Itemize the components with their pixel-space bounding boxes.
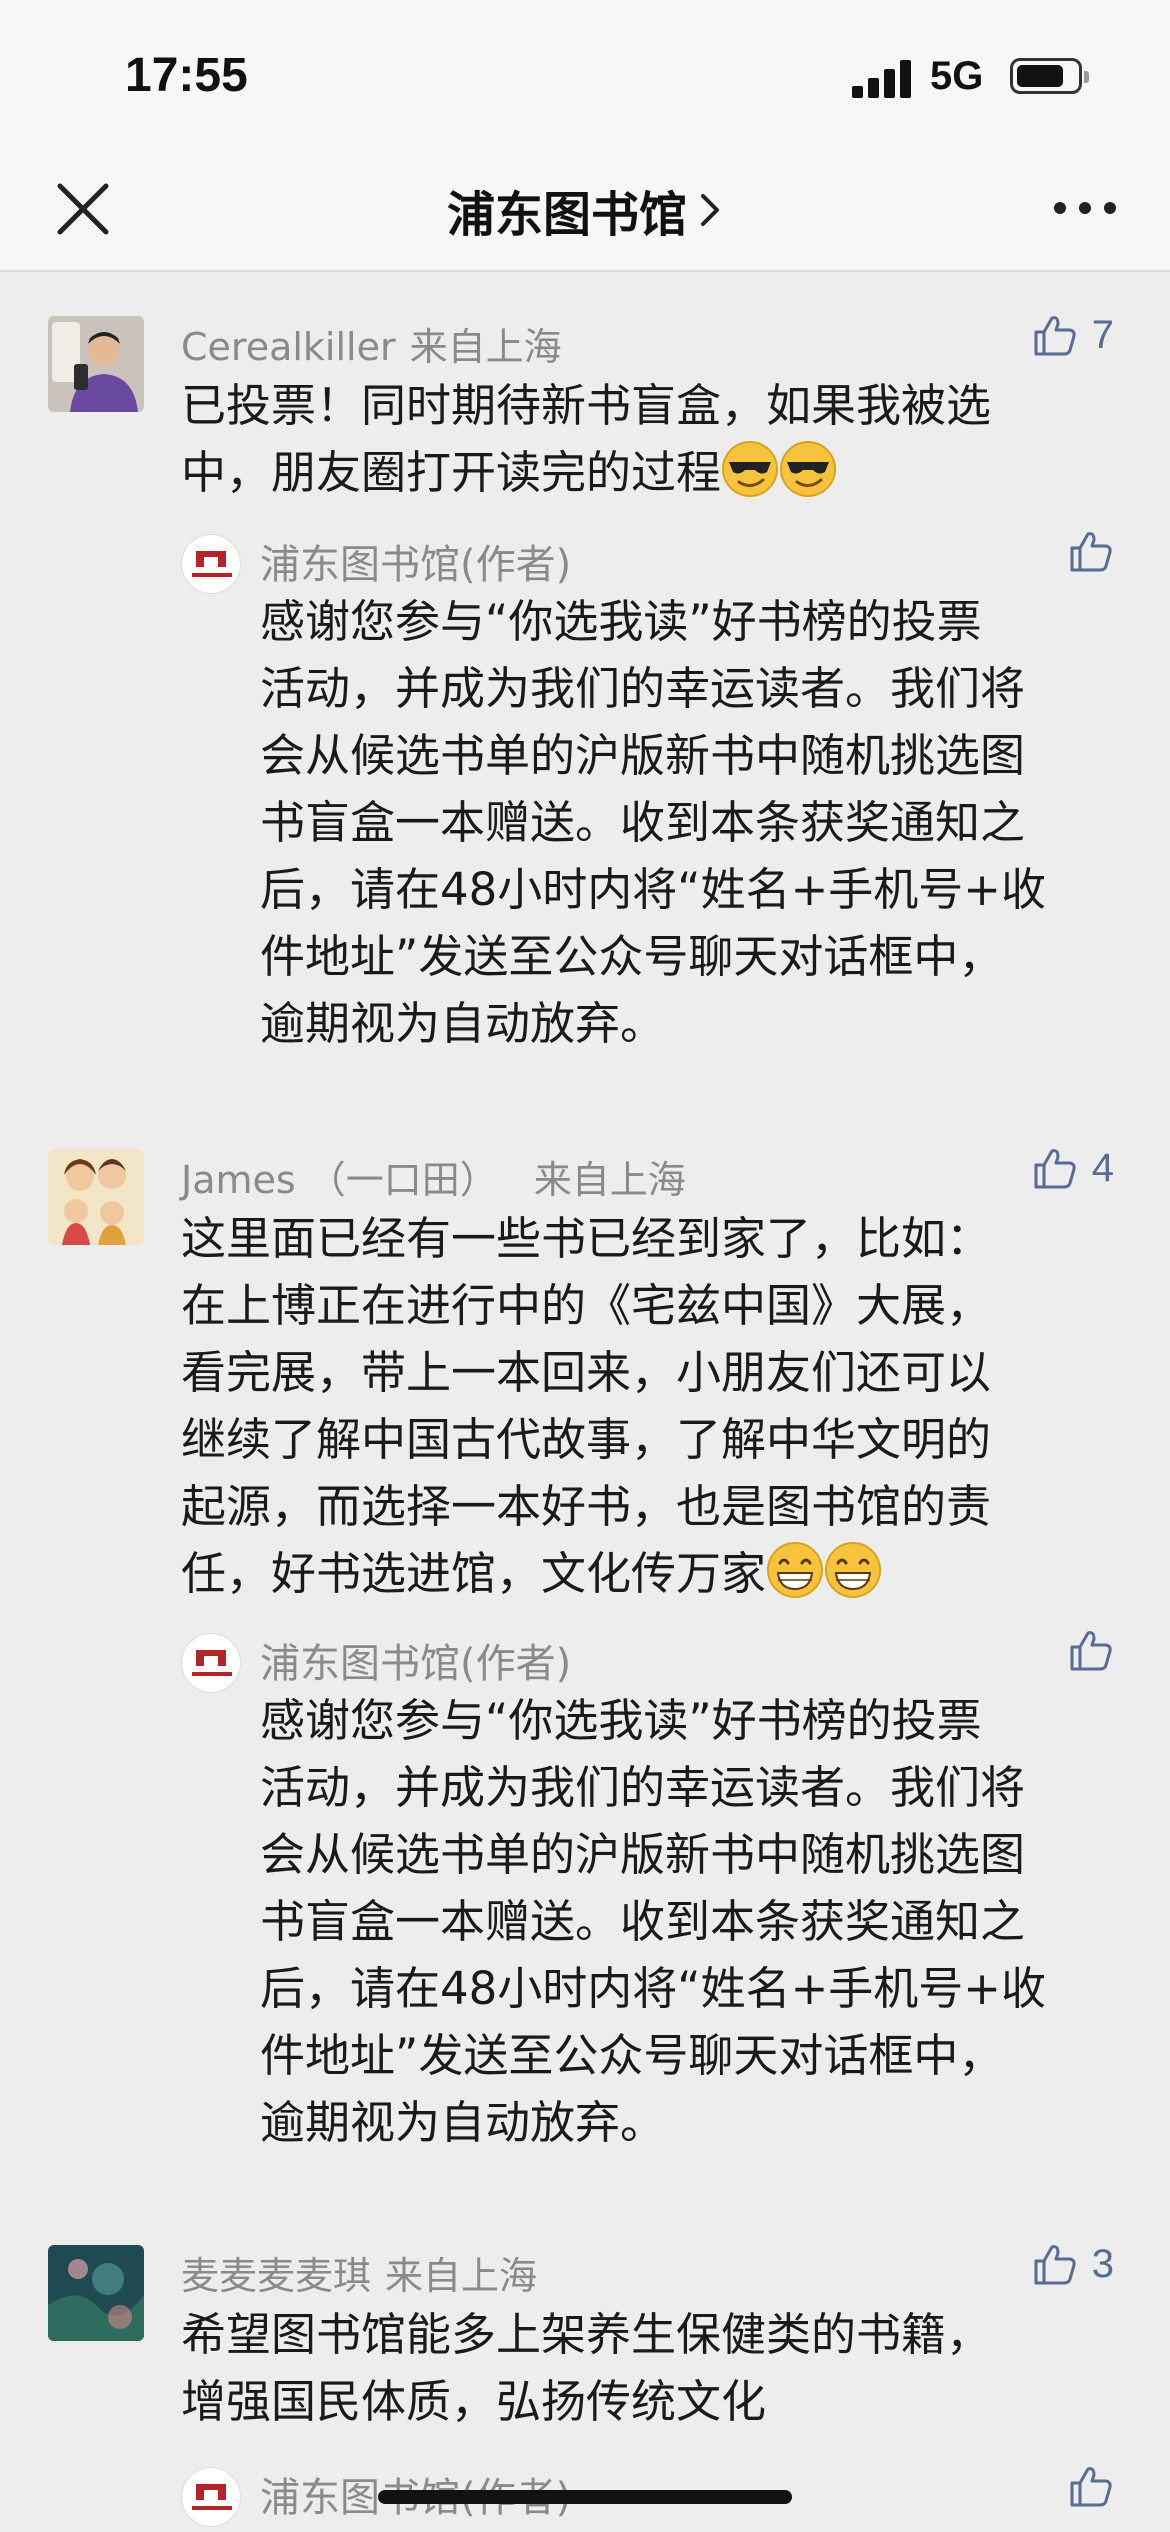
comment-location: 来自上海 bbox=[533, 1158, 686, 1202]
like-button[interactable]: 3 bbox=[1032, 2241, 1114, 2287]
thumbs-up-icon bbox=[1034, 2245, 1076, 2285]
thumbs-up-icon bbox=[1034, 1149, 1076, 1189]
comment-author[interactable]: 麦麦麦麦琪 bbox=[181, 2254, 371, 2298]
sunglasses-emoji-icon bbox=[722, 441, 779, 497]
comment-meta: James （一口田） 来自上海 bbox=[181, 1149, 686, 1204]
comment-line: 中，朋友圈打开读完的过程 bbox=[181, 439, 1131, 506]
grinning-emoji-icon bbox=[825, 1542, 882, 1598]
comment-meta: Cerealkiller 来自上海 bbox=[181, 316, 562, 371]
comment-line: 看完展，带上一本回来，小朋友们还可以 bbox=[181, 1346, 992, 1399]
reply-text: 感谢您参与“你选我读”好书榜的投票 活动，并成为我们的幸运读者。我们将 会从候选… bbox=[260, 588, 1120, 1057]
avatar[interactable] bbox=[48, 316, 144, 412]
reply-line: 感谢您参与“你选我读”好书榜的投票 bbox=[260, 1694, 982, 1747]
comment-line: 起源，而选择一本好书，也是图书馆的责 bbox=[181, 1480, 992, 1533]
avatar[interactable] bbox=[48, 2245, 144, 2341]
reply-line: 逾期视为自动放弃。 bbox=[260, 2096, 666, 2149]
thumbs-up-icon[interactable] bbox=[1068, 1627, 1114, 1673]
comment-location: 来自上海 bbox=[409, 325, 562, 369]
more-dots-icon[interactable] bbox=[1052, 196, 1118, 220]
comment-line: 已投票！同时期待新书盲盒，如果我被选 bbox=[181, 379, 992, 432]
comment-author[interactable]: James （一口田） bbox=[181, 1158, 498, 1202]
comment-line: 这里面已经有一些书已经到家了，比如： bbox=[181, 1212, 992, 1265]
author-avatar[interactable] bbox=[181, 1633, 241, 1693]
page-title: 浦东图书馆 bbox=[446, 187, 687, 243]
avatar[interactable] bbox=[48, 1149, 144, 1245]
thumbs-up-icon bbox=[1034, 316, 1076, 356]
signal-strength-icon bbox=[852, 58, 914, 98]
battery-icon bbox=[1010, 58, 1089, 94]
like-count: 4 bbox=[1091, 1145, 1114, 1190]
comment-text: 已投票！同时期待新书盲盒，如果我被选 中，朋友圈打开读完的过程 bbox=[181, 372, 1131, 506]
author-avatar[interactable] bbox=[181, 534, 241, 594]
reply-line: 件地址”发送至公众号聊天对话框中， bbox=[260, 930, 1004, 983]
thumbs-up-icon[interactable] bbox=[1068, 2463, 1114, 2509]
grinning-emoji-icon bbox=[767, 1542, 824, 1598]
like-count: 7 bbox=[1091, 312, 1114, 357]
account-title-link[interactable]: 浦东图书馆 bbox=[400, 175, 770, 245]
comment-line: 希望图书馆能多上架养生保健类的书籍， bbox=[181, 2308, 992, 2361]
reply-line: 活动，并成为我们的幸运读者。我们将 bbox=[260, 662, 1026, 715]
top-bar: 17:55 5G 浦东图书馆 bbox=[0, 0, 1170, 272]
comment-text: 希望图书馆能多上架养生保健类的书籍， 增强国民体质，弘扬传统文化 bbox=[181, 2301, 1131, 2435]
like-button[interactable]: 7 bbox=[1032, 312, 1114, 358]
comment-line: 增强国民体质，弘扬传统文化 bbox=[181, 2375, 767, 2428]
reply-author: 浦东图书馆(作者) bbox=[260, 1641, 572, 1687]
status-time: 17:55 bbox=[125, 49, 248, 102]
reply-line: 感谢您参与“你选我读”好书榜的投票 bbox=[260, 595, 982, 648]
reply-line: 活动，并成为我们的幸运读者。我们将 bbox=[260, 1761, 1026, 1814]
reply-line: 后，请在48小时内将“姓名+手机号+收 bbox=[260, 863, 1046, 916]
comment-line: 在上博正在进行中的《宅兹中国》大展， bbox=[181, 1279, 992, 1332]
sunglasses-emoji-icon bbox=[780, 441, 837, 497]
comment-meta: 麦麦麦麦琪 来自上海 bbox=[181, 2245, 537, 2300]
reply-line: 书盲盒一本赠送。收到本条获奖通知之 bbox=[260, 796, 1026, 849]
comment-author[interactable]: Cerealkiller bbox=[181, 325, 396, 369]
comment-text: 这里面已经有一些书已经到家了，比如： 在上博正在进行中的《宅兹中国》大展， 看完… bbox=[181, 1205, 1131, 1607]
home-indicator[interactable] bbox=[378, 2490, 792, 2504]
like-count: 3 bbox=[1091, 2241, 1114, 2286]
reply-line: 会从候选书单的沪版新书中随机挑选图 bbox=[260, 1828, 1026, 1881]
comment-line: 任，好书选进馆，文化传万家 bbox=[181, 1540, 1131, 1607]
thumbs-up-icon[interactable] bbox=[1068, 528, 1114, 574]
reply-text: 感谢您参与“你选我读”好书榜的投票 活动，并成为我们的幸运读者。我们将 会从候选… bbox=[260, 1687, 1120, 2156]
close-icon[interactable] bbox=[52, 178, 114, 240]
comment-location: 来自上海 bbox=[385, 2254, 538, 2298]
reply-line: 会从候选书单的沪版新书中随机挑选图 bbox=[260, 729, 1026, 782]
network-type: 5G bbox=[930, 54, 984, 98]
like-button[interactable]: 4 bbox=[1032, 1145, 1114, 1191]
reply-line: 书盲盒一本赠送。收到本条获奖通知之 bbox=[260, 1895, 1026, 1948]
chevron-right-icon bbox=[701, 194, 719, 226]
author-avatar[interactable] bbox=[181, 2467, 241, 2527]
reply-line: 后，请在48小时内将“姓名+手机号+收 bbox=[260, 1962, 1046, 2015]
reply-line: 逾期视为自动放弃。 bbox=[260, 997, 666, 1050]
comment-line: 继续了解中国古代故事，了解中华文明的 bbox=[181, 1413, 992, 1466]
reply-line: 件地址”发送至公众号聊天对话框中， bbox=[260, 2029, 1004, 2082]
reply-author: 浦东图书馆(作者) bbox=[260, 542, 572, 588]
